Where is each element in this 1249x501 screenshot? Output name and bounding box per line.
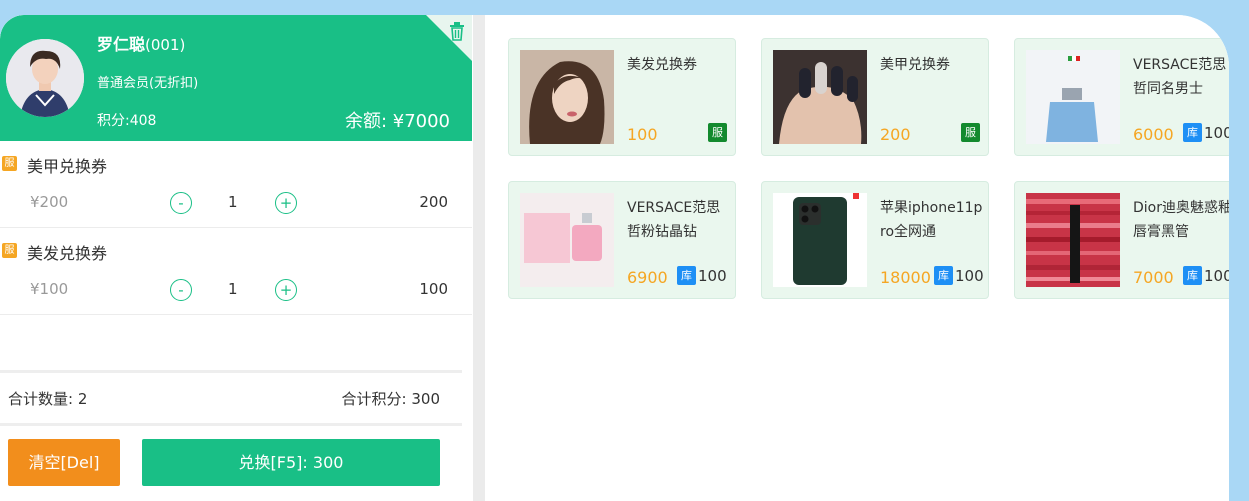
service-badge-icon: 服 bbox=[708, 123, 727, 142]
product-points: 7000 bbox=[1133, 268, 1174, 287]
cart-item-subtotal: 200 bbox=[419, 193, 448, 211]
decrease-qty-button[interactable]: - bbox=[170, 279, 192, 301]
member-name: 罗仁聪(001) bbox=[97, 35, 186, 54]
cart-panel: 罗仁聪(001) 普通会员(无折扣) 积分:408 余额: ¥7000 服 美甲… bbox=[0, 15, 473, 501]
stock-count: 100 bbox=[955, 266, 984, 285]
redeem-button[interactable]: 兑换[F5]: 300 bbox=[142, 439, 440, 486]
product-image-hair bbox=[520, 50, 614, 144]
product-title: 美甲兑换券 bbox=[880, 57, 950, 73]
product-card[interactable]: Dior迪奥魅惑釉唇膏黑管 7000 库 100 bbox=[1014, 181, 1229, 299]
product-title: VERSACE范思哲同名男士 bbox=[1133, 57, 1227, 97]
stock-indicator: 库 100 bbox=[934, 266, 984, 285]
product-points: 100 bbox=[627, 125, 658, 144]
stock-count: 100 bbox=[1204, 266, 1229, 285]
decrease-qty-button[interactable]: - bbox=[170, 192, 192, 214]
product-card[interactable]: VERSACE范思哲粉钻晶钻 6900 库 100 bbox=[508, 181, 736, 299]
product-card[interactable]: 苹果iphone11pro全网通 18000 库 100 bbox=[761, 181, 989, 299]
cart-item: 服 美甲兑换券 ¥200 - 1 + 200 bbox=[0, 141, 472, 228]
cart-item-qty: 1 bbox=[228, 280, 238, 298]
cart-item-subtotal: 100 bbox=[419, 280, 448, 298]
cart-item-price: ¥200 bbox=[30, 193, 69, 211]
product-points: 18000 bbox=[880, 268, 931, 287]
cart-item-qty: 1 bbox=[228, 193, 238, 211]
product-grid: 美发兑换券 100 服 美甲兑换券 200 服 VERSACE范思哲同名男士 6… bbox=[485, 15, 1229, 501]
product-title: VERSACE范思哲粉钻晶钻 bbox=[627, 200, 721, 240]
service-badge-icon: 服 bbox=[961, 123, 980, 142]
stock-indicator: 库 100 bbox=[1183, 123, 1229, 142]
panel-divider bbox=[473, 15, 485, 501]
cart-item-name: 美发兑换券 bbox=[27, 244, 108, 263]
total-points: 合计积分: 300 bbox=[341, 390, 440, 408]
product-title: 美发兑换券 bbox=[627, 57, 697, 73]
product-image-iphone bbox=[773, 193, 867, 287]
member-points: 积分:408 bbox=[97, 113, 157, 129]
product-image-perfume-blue bbox=[1026, 50, 1120, 144]
product-card[interactable]: 美甲兑换券 200 服 bbox=[761, 38, 989, 156]
stock-badge-icon: 库 bbox=[677, 266, 696, 285]
stock-count: 100 bbox=[698, 266, 727, 285]
service-tag-icon: 服 bbox=[2, 156, 17, 171]
app-window: 罗仁聪(001) 普通会员(无折扣) 积分:408 余额: ¥7000 服 美甲… bbox=[0, 15, 1229, 501]
stock-count: 100 bbox=[1204, 123, 1229, 142]
clear-button[interactable]: 清空[Del] bbox=[8, 439, 120, 486]
member-balance: 余额: ¥7000 bbox=[344, 111, 450, 132]
cart-item: 服 美发兑换券 ¥100 - 1 + 100 bbox=[0, 228, 472, 315]
stock-badge-icon: 库 bbox=[1183, 266, 1202, 285]
trash-icon[interactable] bbox=[448, 21, 466, 41]
cart-item-name: 美甲兑换券 bbox=[27, 157, 108, 176]
member-avatar bbox=[6, 39, 84, 117]
increase-qty-button[interactable]: + bbox=[275, 192, 297, 214]
totals-bar: 合计数量: 2 合计积分: 300 bbox=[0, 370, 462, 426]
total-quantity: 合计数量: 2 bbox=[8, 390, 88, 408]
member-card: 罗仁聪(001) 普通会员(无折扣) 积分:408 余额: ¥7000 bbox=[0, 15, 472, 141]
member-level: 普通会员(无折扣) bbox=[97, 76, 199, 91]
product-card[interactable]: VERSACE范思哲同名男士 6000 库 100 bbox=[1014, 38, 1229, 156]
cart-item-price: ¥100 bbox=[30, 280, 69, 298]
stock-badge-icon: 库 bbox=[934, 266, 953, 285]
product-title: Dior迪奥魅惑釉唇膏黑管 bbox=[1133, 200, 1229, 240]
stock-indicator: 库 100 bbox=[677, 266, 727, 285]
product-image-nails bbox=[773, 50, 867, 144]
stock-badge-icon: 库 bbox=[1183, 123, 1202, 142]
stock-indicator: 库 100 bbox=[1183, 266, 1229, 285]
product-card[interactable]: 美发兑换券 100 服 bbox=[508, 38, 736, 156]
product-title: 苹果iphone11pro全网通 bbox=[880, 200, 983, 240]
product-points: 200 bbox=[880, 125, 911, 144]
increase-qty-button[interactable]: + bbox=[275, 279, 297, 301]
product-points: 6000 bbox=[1133, 125, 1174, 144]
product-image-lipstick bbox=[1026, 193, 1120, 287]
service-tag-icon: 服 bbox=[2, 243, 17, 258]
product-points: 6900 bbox=[627, 268, 668, 287]
product-image-perfume-pink bbox=[520, 193, 614, 287]
